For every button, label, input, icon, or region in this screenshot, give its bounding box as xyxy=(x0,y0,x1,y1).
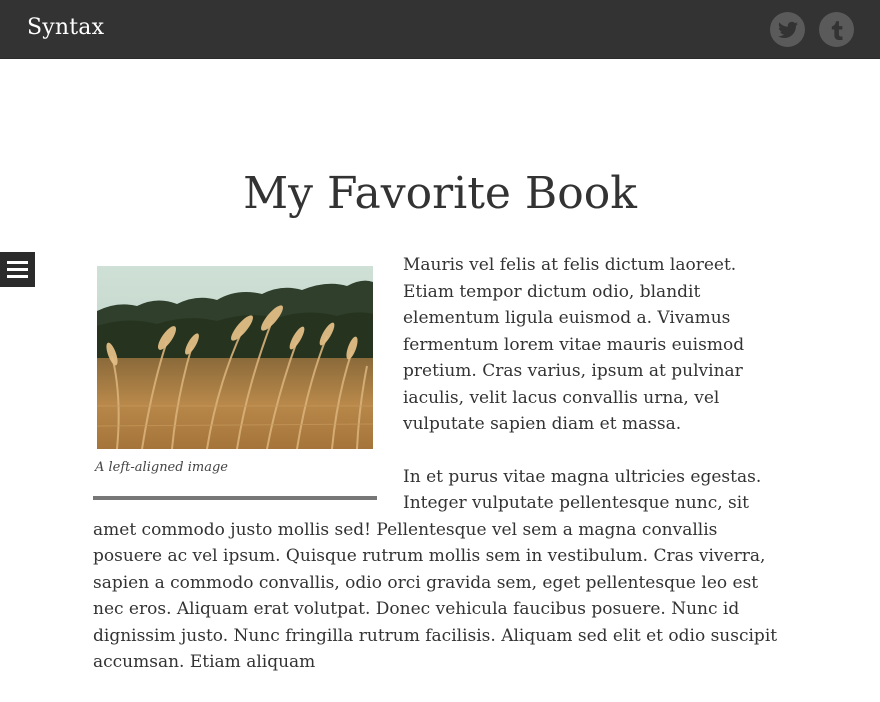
left-aligned-figure: A left-aligned image xyxy=(93,252,377,500)
twitter-button[interactable] xyxy=(770,12,805,47)
hamburger-icon-bar xyxy=(7,261,28,264)
post-title: My Favorite Book xyxy=(243,168,637,219)
site-header: Syntax xyxy=(0,0,880,59)
menu-toggle-button[interactable] xyxy=(0,252,35,287)
post-content: A left-aligned image Mauris vel felis at… xyxy=(93,252,788,702)
tumblr-icon xyxy=(831,20,842,40)
hamburger-icon-bar xyxy=(7,268,28,271)
wheat-field-image xyxy=(97,266,373,449)
twitter-icon xyxy=(777,21,798,38)
caption-divider xyxy=(93,496,377,500)
site-title[interactable]: Syntax xyxy=(27,15,104,40)
tumblr-button[interactable] xyxy=(819,12,854,47)
figure-caption: A left-aligned image xyxy=(95,460,228,475)
social-links xyxy=(770,12,854,47)
hamburger-icon-bar xyxy=(7,275,28,278)
